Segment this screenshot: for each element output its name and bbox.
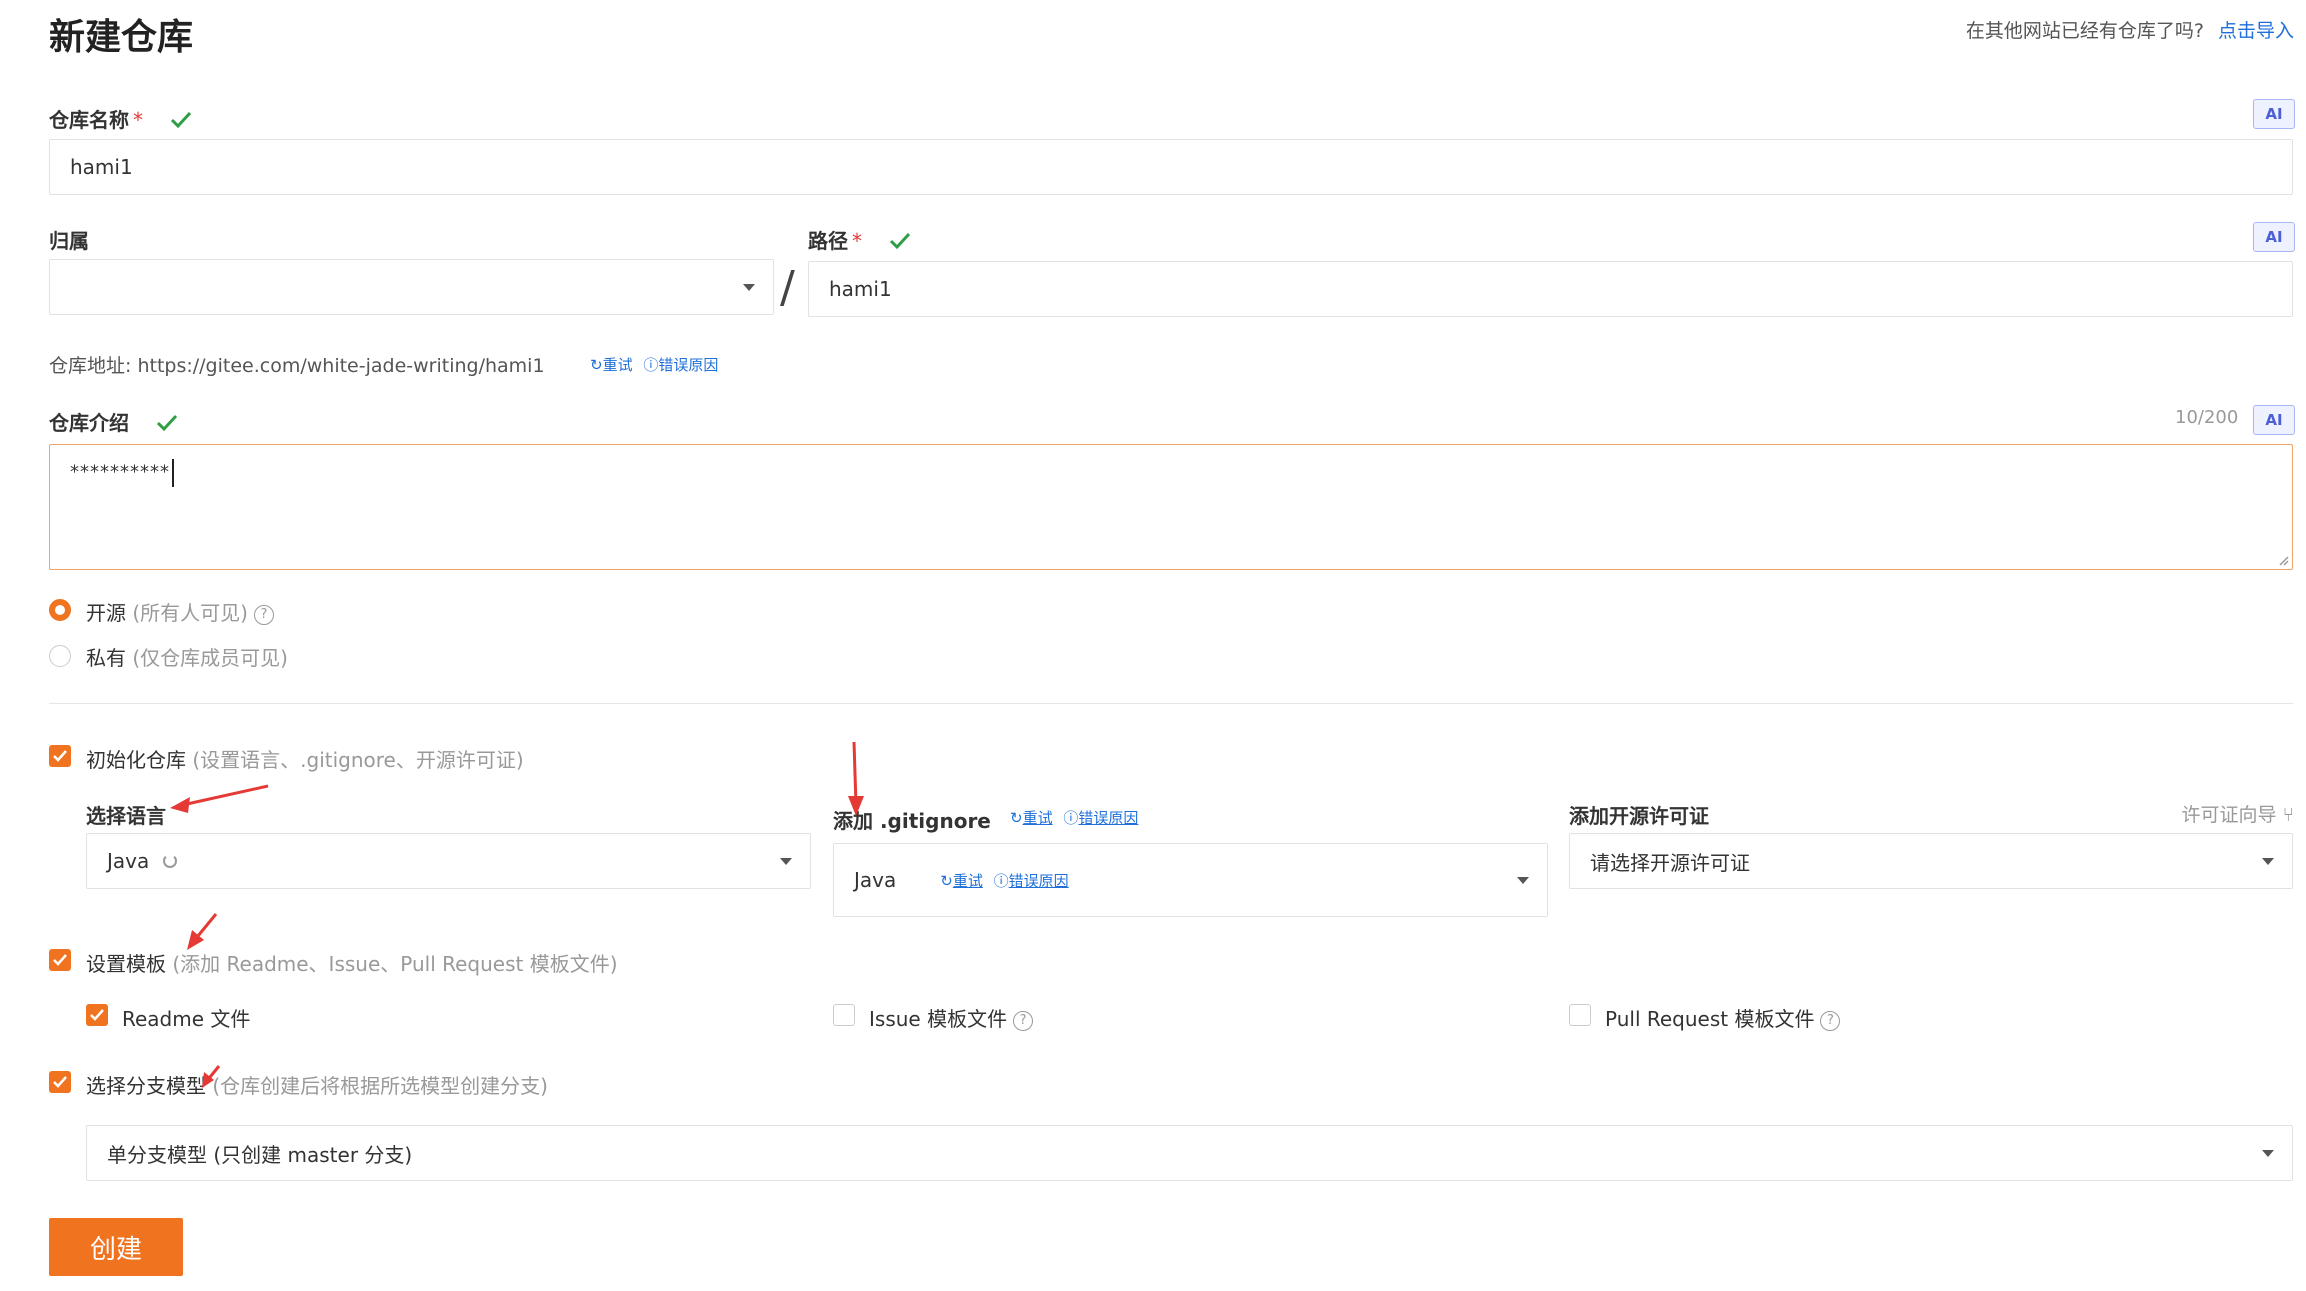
check-icon: [889, 231, 911, 255]
gitignore-label: 添加 .gitignore: [833, 809, 991, 833]
loading-spinner-icon: [163, 854, 178, 868]
info-icon: ⓘ: [1063, 809, 1079, 827]
license-guide-link[interactable]: 许可证向导 ⑂: [2182, 800, 2294, 827]
branch-model-label: 选择分支模型 (仓库创建后将根据所选模型创建分支): [86, 1074, 548, 1098]
template-label: 设置模板 (添加 Readme、Issue、Pull Request 模板文件): [86, 952, 618, 976]
license-select[interactable]: 请选择开源许可证: [1569, 833, 2293, 889]
chevron-down-icon: [1517, 877, 1529, 884]
error-reason-link[interactable]: 错误原因: [1009, 872, 1069, 890]
text-cursor: [172, 459, 174, 487]
init-repo-label: 初始化仓库 (设置语言、.gitignore、开源许可证): [86, 748, 524, 772]
info-icon: ⓘ: [993, 871, 1009, 890]
gitignore-actions: ↻重试 ⓘ错误原因: [1010, 807, 1138, 828]
checkmark-icon: [53, 954, 67, 966]
pr-template-checkbox[interactable]: [1569, 1004, 1591, 1026]
import-hint-text: 在其他网站已经有仓库了吗?: [1965, 20, 2204, 42]
checkmark-icon: [90, 1009, 104, 1021]
create-button[interactable]: 创建: [49, 1218, 183, 1276]
refresh-icon: ↻: [590, 356, 603, 374]
address-actions: ↻重试 ⓘ错误原因: [590, 354, 718, 375]
language-label: 选择语言: [86, 804, 166, 828]
readme-checkbox[interactable]: [86, 1004, 108, 1026]
init-repo-checkbox[interactable]: [49, 745, 71, 767]
issue-template-label: Issue 模板文件?: [869, 1003, 1034, 1032]
branch-model-checkbox[interactable]: [49, 1071, 71, 1093]
checkmark-icon: [53, 1076, 67, 1088]
ai-button-description[interactable]: AI: [2253, 405, 2295, 435]
checkmark-icon: [53, 750, 67, 762]
description-counter: 10/200: [2175, 407, 2239, 428]
public-option-label: 开源 (所有人可见)?: [86, 597, 274, 626]
annotation-arrow: [187, 913, 218, 950]
error-reason-link[interactable]: 错误原因: [658, 356, 718, 374]
refresh-icon: ↻: [1010, 809, 1023, 827]
ai-button-name[interactable]: AI: [2253, 99, 2295, 129]
private-option-label: 私有 (仅仓库成员可见): [86, 646, 288, 670]
refresh-icon: ↻: [940, 871, 953, 890]
help-icon[interactable]: ?: [253, 604, 274, 625]
description-textarea[interactable]: **********: [49, 444, 2293, 570]
template-checkbox[interactable]: [49, 949, 71, 971]
guide-icon: ⑂: [2282, 804, 2294, 826]
info-icon: ⓘ: [643, 356, 659, 374]
description-label: 仓库介绍: [49, 407, 178, 437]
path-label: 路径 *: [808, 225, 911, 255]
retry-link[interactable]: 重试: [953, 872, 983, 890]
repo-name-input[interactable]: hami1: [49, 139, 2293, 195]
readme-label: Readme 文件: [122, 1007, 251, 1031]
path-separator: /: [780, 262, 795, 313]
owner-select[interactable]: [49, 259, 774, 315]
resize-handle-icon[interactable]: [2277, 554, 2289, 566]
owner-label: 归属: [49, 229, 89, 253]
license-label: 添加开源许可证: [1569, 804, 1709, 828]
help-icon[interactable]: ?: [1820, 1010, 1841, 1031]
annotation-arrow: [170, 784, 269, 813]
help-icon[interactable]: ?: [1013, 1010, 1034, 1031]
import-hint: 在其他网站已经有仓库了吗? 点击导入: [1966, 16, 2294, 43]
check-icon: [156, 413, 178, 437]
issue-template-checkbox[interactable]: [833, 1004, 855, 1026]
retry-link[interactable]: 重试: [1023, 809, 1053, 827]
branch-model-select[interactable]: 单分支模型 (只创建 master 分支): [86, 1125, 2293, 1181]
page-title: 新建仓库: [49, 17, 194, 58]
section-divider: [49, 703, 2293, 704]
gitignore-select[interactable]: Java ↻重试 ⓘ错误原因: [833, 843, 1548, 917]
chevron-down-icon: [2262, 1150, 2274, 1157]
repo-address: 仓库地址: https://gitee.com/white-jade-writi…: [49, 355, 545, 377]
error-reason-link[interactable]: 错误原因: [1078, 809, 1138, 827]
repo-name-label: 仓库名称 *: [49, 104, 192, 134]
import-link[interactable]: 点击导入: [2218, 20, 2294, 42]
pr-template-label: Pull Request 模板文件?: [1605, 1003, 1841, 1032]
ai-button-path[interactable]: AI: [2253, 222, 2295, 252]
path-input[interactable]: hami1: [808, 261, 2293, 317]
chevron-down-icon: [2262, 858, 2274, 865]
chevron-down-icon: [780, 858, 792, 865]
language-select[interactable]: Java: [86, 833, 811, 889]
chevron-down-icon: [743, 284, 755, 291]
radio-public[interactable]: [49, 599, 71, 621]
radio-private[interactable]: [49, 645, 71, 667]
retry-link[interactable]: 重试: [603, 356, 633, 374]
check-icon: [170, 110, 192, 134]
